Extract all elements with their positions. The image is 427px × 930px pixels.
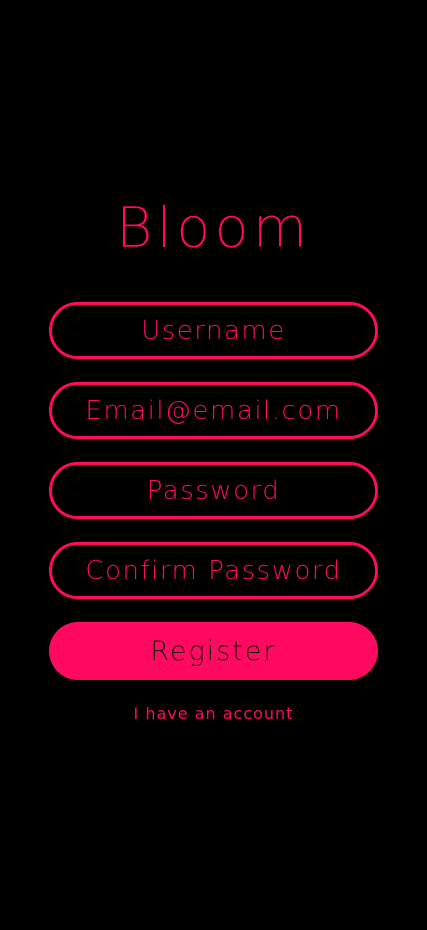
confirm-password-field[interactable] (49, 542, 378, 599)
app-title: Bloom (115, 196, 312, 261)
have-account-link[interactable]: I have an account (0, 704, 427, 723)
username-field[interactable] (49, 302, 378, 359)
username-input[interactable] (52, 305, 375, 356)
confirm-password-input[interactable] (52, 545, 375, 596)
email-input[interactable] (52, 385, 375, 436)
password-field[interactable] (49, 462, 378, 519)
register-button[interactable]: Register (49, 622, 378, 680)
email-field[interactable] (49, 382, 378, 439)
password-input[interactable] (52, 465, 375, 516)
register-screen: Bloom Register I have an account (0, 0, 427, 930)
